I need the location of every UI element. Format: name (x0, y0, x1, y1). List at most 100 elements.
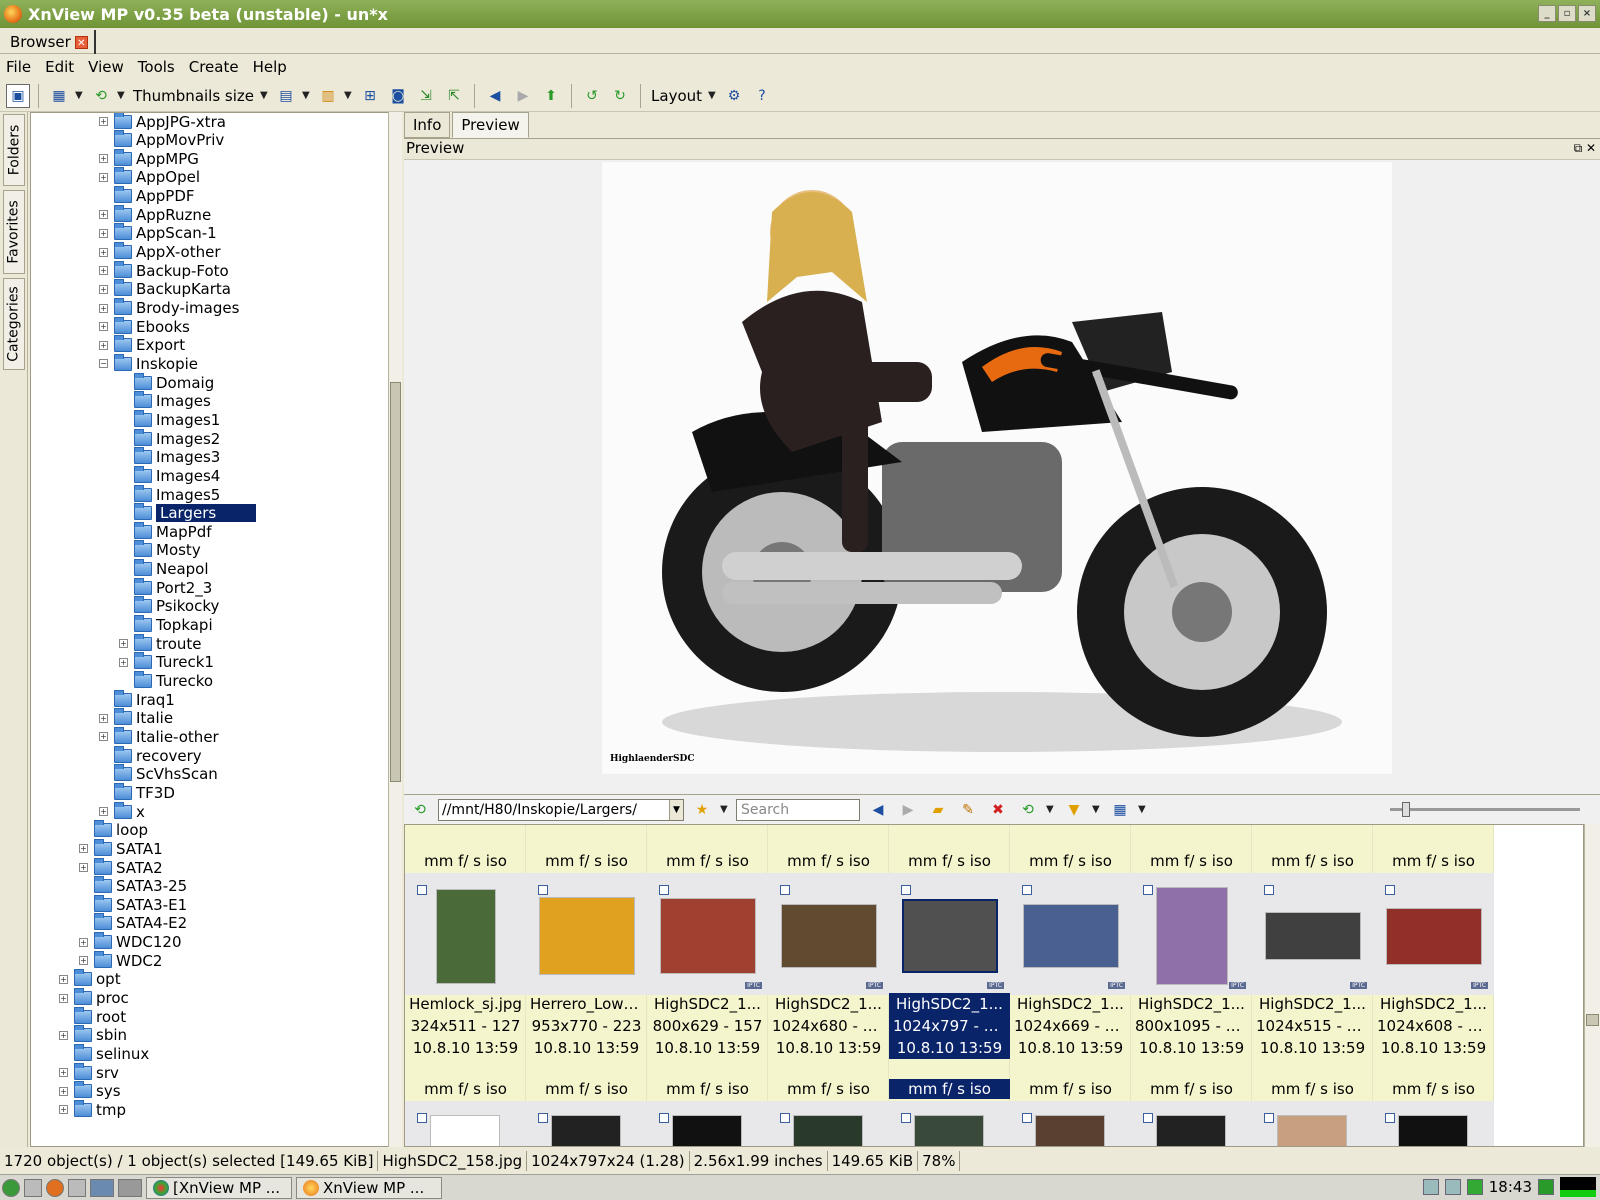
select-checkbox[interactable] (1385, 1113, 1395, 1123)
tree-item[interactable]: − Inskopie (99, 353, 198, 373)
select-checkbox[interactable] (901, 1113, 911, 1123)
thumbnail-frame[interactable] (647, 1101, 768, 1146)
tree-item[interactable]: Images3 (119, 447, 220, 467)
expand-icon[interactable]: + (59, 1105, 68, 1115)
firefox-icon[interactable] (46, 1178, 64, 1197)
expand-icon[interactable]: + (59, 993, 68, 1003)
tree-item[interactable]: Images5 (119, 484, 220, 504)
tree-item[interactable]: + Brody-images (99, 298, 239, 318)
expand-icon[interactable]: + (119, 639, 128, 649)
tree-item[interactable]: + Tureck1 (119, 652, 214, 672)
capture-icon[interactable]: ◙ (386, 84, 410, 108)
thumbnail-item[interactable]: mm f/ s iso IPTC HighSDC2_1... 800x629 - 15… (647, 825, 768, 1146)
slider-knob[interactable] (1402, 802, 1410, 817)
tree-item[interactable]: + AppRuzne (99, 204, 211, 224)
tree-item[interactable]: + SATA2 (79, 857, 163, 877)
path-input[interactable]: //mnt/H80/Inskopie/Largers/ ▼ (438, 798, 684, 821)
tree-item[interactable]: Domaig (119, 372, 214, 392)
tree-item[interactable]: Images (119, 391, 211, 411)
select-checkbox[interactable] (1143, 1113, 1153, 1123)
expand-icon[interactable]: + (79, 844, 88, 854)
menu-view[interactable]: View (88, 58, 124, 76)
forward-icon[interactable]: ▶ (896, 798, 920, 822)
expand-icon[interactable]: + (99, 117, 108, 126)
select-checkbox[interactable] (659, 885, 669, 895)
expand-icon[interactable]: + (59, 1086, 68, 1096)
thumbnail-frame[interactable] (1252, 1101, 1373, 1146)
chevron-down-icon[interactable]: ▼ (720, 804, 730, 815)
select-checkbox[interactable] (1022, 885, 1032, 895)
tree-item[interactable]: Iraq1 (99, 689, 175, 709)
menu-file[interactable]: File (6, 58, 31, 76)
expand-icon[interactable]: + (99, 247, 108, 257)
taskbar-item-xnview-2[interactable]: XnView MP ... (296, 1176, 442, 1199)
help-icon[interactable]: ? (750, 84, 774, 108)
tree-scrollbar[interactable] (388, 112, 402, 1147)
tree-item[interactable]: Images2 (119, 428, 220, 448)
search-input[interactable]: Search (736, 798, 860, 821)
tree-item[interactable]: SATA3-E1 (79, 894, 187, 914)
tree-item[interactable]: Mosty (119, 540, 201, 560)
tree-item[interactable]: recovery (99, 745, 202, 765)
tree-item[interactable]: + troute (119, 633, 202, 653)
thumbnail-frame[interactable]: IPTC (1252, 873, 1373, 995)
tab-info[interactable]: Info (404, 112, 451, 138)
thumbnail-item[interactable]: mm f/ s iso IPTC HighSDC2_1... 1024x515 - 1… (1252, 825, 1373, 1146)
chevron-down-icon[interactable]: ▼ (302, 90, 312, 101)
select-checkbox[interactable] (1385, 885, 1395, 895)
import-icon[interactable]: ⇲ (414, 84, 438, 108)
star-icon[interactable]: ★ (690, 798, 714, 822)
thumbnail-item[interactable]: mm f/ s iso IPTC HighSDC2_1... 1024x608 - 2… (1373, 825, 1494, 1146)
minimize-button[interactable]: _ (1538, 5, 1556, 22)
thumbnail-frame[interactable]: IPTC (768, 873, 889, 995)
menu-help[interactable]: Help (253, 58, 287, 76)
tab-preview[interactable]: Preview (452, 112, 529, 138)
tab-folders[interactable]: Folders (3, 114, 25, 186)
tree-item[interactable]: + AppOpel (99, 167, 200, 187)
scrollbar-thumb[interactable] (390, 382, 401, 782)
tree-item[interactable]: + Export (99, 335, 185, 355)
export-icon[interactable]: ⇱ (442, 84, 466, 108)
thumbnail-frame[interactable]: IPTC (889, 873, 1010, 995)
tree-item[interactable]: + BackupKarta (99, 279, 231, 299)
workspace-1-icon[interactable] (90, 1178, 114, 1197)
clipboard-icon[interactable] (1422, 1179, 1439, 1195)
tree-item[interactable]: + AppScan-1 (99, 223, 217, 243)
tree-item[interactable]: + AppMPG (99, 148, 199, 168)
tree-item[interactable]: + Backup-Foto (99, 260, 229, 280)
expand-icon[interactable]: + (119, 657, 128, 667)
select-checkbox[interactable] (901, 885, 911, 895)
thumbnail-frame[interactable] (889, 1101, 1010, 1146)
settings-gear-icon[interactable]: ⚙ (722, 84, 746, 108)
thumbnail-frame[interactable] (768, 1101, 889, 1146)
thumbnail-item[interactable]: mm f/ s iso Herrero_Lowe... 953x770 - 223 1… (526, 825, 647, 1146)
tree-item[interactable]: + srv (59, 1062, 119, 1082)
tree-item[interactable]: Psikocky (119, 596, 219, 616)
thumbnail-item[interactable]: mm f/ s iso Hemlock_sj.jpg 324x511 - 127 10… (405, 825, 526, 1146)
thumbnail-frame[interactable]: IPTC (1131, 873, 1252, 995)
chevron-down-icon[interactable]: ▼ (117, 90, 127, 101)
select-checkbox[interactable] (1143, 885, 1153, 895)
sort-icon[interactable]: ▤ (274, 84, 298, 108)
tree-item[interactable]: + Italie-other (99, 726, 219, 746)
thumbnail-frame[interactable] (405, 873, 526, 995)
tree-item[interactable]: TF3D (99, 782, 175, 802)
thumbnail-frame[interactable]: IPTC (647, 873, 768, 995)
expand-icon[interactable]: + (99, 210, 108, 220)
up-icon[interactable]: ⬆ (539, 84, 563, 108)
layout-button[interactable]: Layout (649, 87, 704, 105)
scrollbar-thumb[interactable] (1586, 1014, 1599, 1026)
tree-item[interactable]: + Ebooks (99, 316, 190, 336)
tree-item[interactable]: + x (99, 801, 145, 821)
menu-tools[interactable]: Tools (138, 58, 175, 76)
thumbnail-frame[interactable] (1010, 1101, 1131, 1146)
expand-icon[interactable]: + (79, 863, 88, 872)
taskbar-item-xnview-1[interactable]: [XnView MP ... (146, 1176, 292, 1199)
refresh-icon[interactable]: ⟲ (89, 84, 113, 108)
thumbnail-item[interactable]: mm f/ s iso IPTC HighSDC2_1... 1024x680 - 2… (768, 825, 889, 1146)
chevron-down-icon[interactable]: ▼ (75, 90, 85, 101)
chevron-down-icon[interactable]: ▼ (669, 799, 683, 820)
tree-item[interactable]: Largers (119, 503, 257, 523)
go-icon[interactable]: ⟲ (408, 798, 432, 822)
chevron-down-icon[interactable]: ▼ (1092, 804, 1102, 815)
